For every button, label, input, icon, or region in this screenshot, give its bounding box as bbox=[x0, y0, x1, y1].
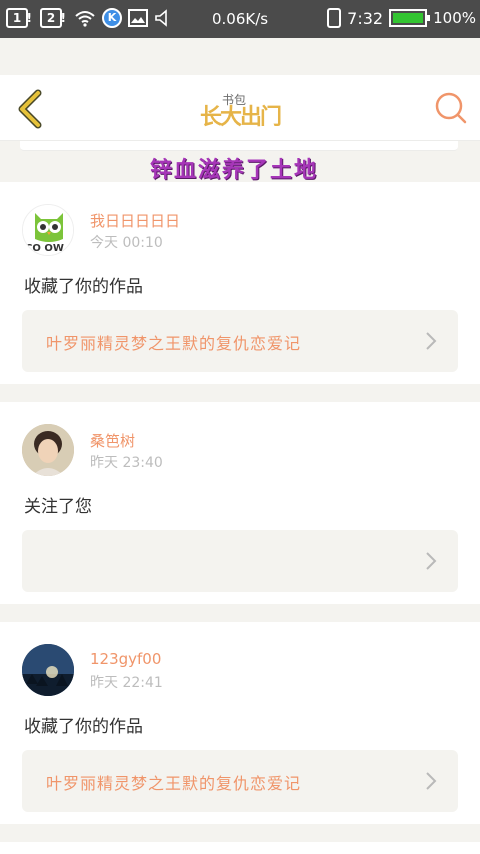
battery-fill bbox=[393, 13, 424, 23]
work-title: 叶罗丽精灵梦之王默的复仇恋爱记 bbox=[46, 334, 302, 353]
notification-message: 收藏了你的作品 bbox=[24, 717, 143, 737]
speaker-icon bbox=[155, 9, 167, 27]
vibrate-icon bbox=[327, 8, 342, 28]
sim2-icon: 2 bbox=[40, 8, 66, 28]
wifi-icon bbox=[75, 11, 95, 27]
title-main-text: 长大出门 bbox=[200, 104, 282, 130]
battery-percent: 100% bbox=[433, 9, 476, 27]
status-bar: 1 2 K 0.06K/s 7:32 100% bbox=[0, 0, 480, 38]
app-title-logo: 书包 长大出门 bbox=[200, 91, 282, 131]
network-speed: 0.06K/s bbox=[212, 10, 269, 28]
back-arrow-icon[interactable] bbox=[14, 89, 46, 129]
work-link[interactable] bbox=[22, 530, 458, 592]
app-header: 书包 长大出门 bbox=[0, 75, 480, 141]
image-icon bbox=[128, 9, 148, 27]
header-tab-underlay bbox=[20, 141, 458, 151]
avatar[interactable] bbox=[22, 424, 74, 476]
timestamp: 昨天 23:40 bbox=[90, 455, 163, 471]
timestamp: 昨天 22:41 bbox=[90, 675, 163, 691]
timestamp: 今天 00:10 bbox=[90, 235, 163, 251]
chevron-right-icon bbox=[426, 552, 437, 570]
work-title: 叶罗丽精灵梦之王默的复仇恋爱记 bbox=[46, 774, 302, 793]
notification-card: CO OW 我日日日日日 今天 00:10 收藏了你的作品 叶罗丽精灵梦之王默的… bbox=[0, 182, 480, 384]
avatar[interactable] bbox=[22, 644, 74, 696]
username[interactable]: 我日日日日日 bbox=[90, 210, 180, 231]
sticker-text: 锌血滋养了土地 bbox=[150, 157, 319, 183]
notification-message: 收藏了你的作品 bbox=[24, 277, 143, 297]
avatar[interactable]: CO OW bbox=[22, 204, 74, 256]
notification-card: 123gyf00 昨天 22:41 收藏了你的作品 叶罗丽精灵梦之王默的复仇恋爱… bbox=[0, 622, 480, 824]
clock: 7:32 bbox=[347, 8, 384, 28]
work-link[interactable]: 叶罗丽精灵梦之王默的复仇恋爱记 bbox=[22, 310, 458, 372]
notification-card: 桑笆树 昨天 23:40 关注了您 bbox=[0, 402, 480, 604]
sim1-icon: 1 bbox=[6, 8, 32, 28]
search-icon[interactable] bbox=[434, 91, 468, 125]
notification-message: 关注了您 bbox=[24, 497, 92, 517]
username[interactable]: 123gyf00 bbox=[90, 650, 161, 668]
notification-card-partial bbox=[0, 842, 480, 854]
work-link[interactable]: 叶罗丽精灵梦之王默的复仇恋爱记 bbox=[22, 750, 458, 812]
user-photo-icon bbox=[22, 424, 74, 476]
chevron-right-icon bbox=[426, 332, 437, 350]
battery-icon bbox=[389, 9, 431, 27]
chevron-right-icon bbox=[426, 772, 437, 790]
k-app-icon: K bbox=[102, 8, 122, 28]
username[interactable]: 桑笆树 bbox=[90, 430, 135, 451]
user-photo-icon bbox=[22, 644, 74, 696]
avatar-caption: CO OW bbox=[25, 243, 64, 254]
